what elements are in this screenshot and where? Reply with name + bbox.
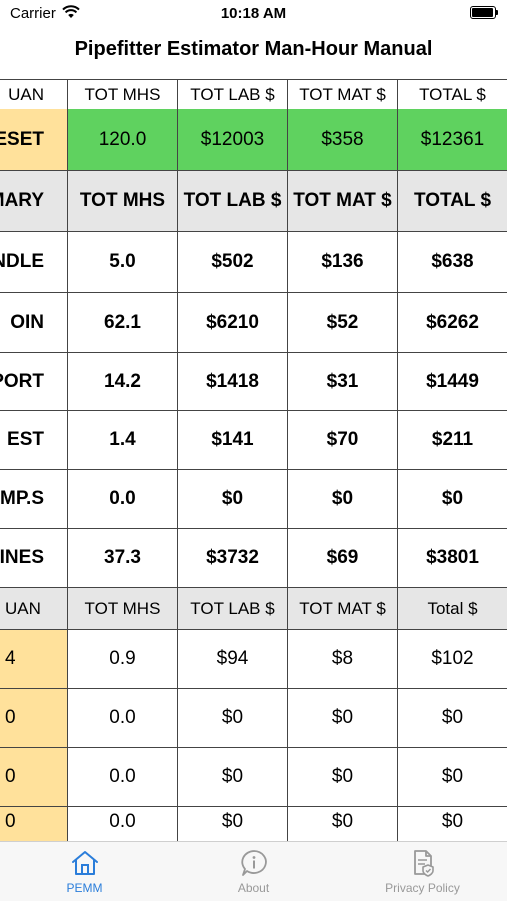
tot-lab-header: TOT LAB $ bbox=[178, 588, 288, 630]
row-tot-mat: $8 bbox=[288, 630, 398, 689]
table-row[interactable]: 0 0.0 $0 $0 $0 bbox=[0, 748, 507, 807]
table-row[interactable]: PPORT 14.2 $1418 $31 $1449 bbox=[0, 353, 507, 411]
tot-mhs-header: TOT MHS bbox=[68, 80, 178, 110]
summary-tot-mhs-header: TOT MHS bbox=[68, 171, 178, 232]
table-row[interactable]: NDLE 5.0 $502 $136 $638 bbox=[0, 232, 507, 293]
preset-label[interactable]: ESET bbox=[0, 109, 68, 171]
tot-mhs-header: TOT MHS bbox=[68, 588, 178, 630]
row-tot-mhs: 5.0 bbox=[68, 232, 178, 293]
preset-total: $12361 bbox=[398, 109, 507, 171]
tab-pemm-label: PEMM bbox=[66, 881, 103, 895]
row-tot-mat: $0 bbox=[288, 748, 398, 807]
row-total: $0 bbox=[398, 689, 507, 748]
row-tot-lab: $141 bbox=[178, 411, 288, 470]
row-tot-mhs: 37.3 bbox=[68, 529, 178, 588]
row-total: $1449 bbox=[398, 353, 507, 411]
tab-privacy-policy-label: Privacy Policy bbox=[385, 881, 460, 895]
row-total: $0 bbox=[398, 748, 507, 807]
table-row[interactable]: 0 0.0 $0 $0 $0 bbox=[0, 807, 507, 841]
row-tot-mat: $31 bbox=[288, 353, 398, 411]
tab-bar: PEMM About Privacy Policy bbox=[0, 841, 507, 901]
qty-cell[interactable]: 0 bbox=[0, 807, 68, 841]
row-label[interactable]: EST bbox=[0, 411, 68, 470]
row-tot-lab: $6210 bbox=[178, 293, 288, 353]
summary-tot-lab-header: TOT LAB $ bbox=[178, 171, 288, 232]
qty-cell[interactable]: 4 bbox=[0, 630, 68, 689]
tab-privacy-policy[interactable]: Privacy Policy bbox=[338, 848, 507, 895]
total-header: TOTAL $ bbox=[398, 80, 507, 110]
row-tot-mat: $0 bbox=[288, 689, 398, 748]
preset-row[interactable]: ESET 120.0 $12003 $358 $12361 bbox=[0, 109, 507, 171]
table-row[interactable]: 0 0.0 $0 $0 $0 bbox=[0, 689, 507, 748]
row-total: $211 bbox=[398, 411, 507, 470]
table-row[interactable]: EST 1.4 $141 $70 $211 bbox=[0, 411, 507, 470]
row-tot-mhs: 0.0 bbox=[68, 470, 178, 529]
row-total: $3801 bbox=[398, 529, 507, 588]
table-row[interactable]: OIN 62.1 $6210 $52 $6262 bbox=[0, 293, 507, 353]
tot-mat-header: TOT MAT $ bbox=[288, 80, 398, 110]
row-tot-mat: $0 bbox=[288, 470, 398, 529]
row-tot-mhs: 14.2 bbox=[68, 353, 178, 411]
battery-icon bbox=[470, 6, 498, 19]
row-tot-mhs: 0.0 bbox=[68, 689, 178, 748]
row-tot-mhs: 1.4 bbox=[68, 411, 178, 470]
row-tot-mat: $69 bbox=[288, 529, 398, 588]
row-label[interactable]: LINES bbox=[0, 529, 68, 588]
estimate-table[interactable]: UAN TOT MHS TOT LAB $ TOT MAT $ TOTAL $ … bbox=[0, 79, 507, 841]
row-tot-lab: $1418 bbox=[178, 353, 288, 411]
row-tot-mhs: 0.9 bbox=[68, 630, 178, 689]
row-total: $638 bbox=[398, 232, 507, 293]
tab-about-label: About bbox=[237, 881, 270, 895]
row-tot-mhs: 0.0 bbox=[68, 748, 178, 807]
summary-label: MMARY bbox=[0, 171, 68, 232]
page-title: Pipefitter Estimator Man-Hour Manual bbox=[74, 38, 433, 60]
row-label[interactable]: NDLE bbox=[0, 232, 68, 293]
row-tot-lab: $94 bbox=[178, 630, 288, 689]
tot-lab-header: TOT LAB $ bbox=[178, 80, 288, 110]
row-tot-mhs: 0.0 bbox=[68, 807, 178, 841]
row-tot-lab: $502 bbox=[178, 232, 288, 293]
total-header: Total $ bbox=[398, 588, 507, 630]
qty-cell[interactable]: 0 bbox=[0, 689, 68, 748]
status-bar: Carrier 10:18 AM bbox=[0, 0, 507, 30]
row-tot-lab: $0 bbox=[178, 470, 288, 529]
tot-mat-header: TOT MAT $ bbox=[288, 588, 398, 630]
qty-header: UAN bbox=[0, 80, 68, 110]
row-tot-mat: $136 bbox=[288, 232, 398, 293]
home-icon bbox=[71, 851, 98, 875]
summary-total-header: TOTAL $ bbox=[398, 171, 507, 232]
preset-tot-mat: $358 bbox=[288, 109, 398, 171]
preset-tot-mhs: 120.0 bbox=[68, 109, 178, 171]
row-total: $0 bbox=[398, 807, 507, 841]
row-total: $0 bbox=[398, 470, 507, 529]
row-tot-mat: $70 bbox=[288, 411, 398, 470]
table-row[interactable]: OMP.S 0.0 $0 $0 $0 bbox=[0, 470, 507, 529]
row-label[interactable]: OMP.S bbox=[0, 470, 68, 529]
tab-about[interactable]: About bbox=[169, 848, 338, 895]
line-items-header-row: UAN TOT MHS TOT LAB $ TOT MAT $ Total $ bbox=[0, 588, 507, 630]
table-row[interactable]: LINES 37.3 $3732 $69 $3801 bbox=[0, 529, 507, 588]
table-row[interactable]: 4 0.9 $94 $8 $102 bbox=[0, 630, 507, 689]
qty-header: UAN bbox=[0, 588, 68, 630]
row-tot-lab: $3732 bbox=[178, 529, 288, 588]
row-total: $102 bbox=[398, 630, 507, 689]
row-tot-mat: $52 bbox=[288, 293, 398, 353]
summary-header-row: MMARY TOT MHS TOT LAB $ TOT MAT $ TOTAL … bbox=[0, 171, 507, 232]
row-total: $6262 bbox=[398, 293, 507, 353]
info-icon bbox=[240, 850, 267, 876]
qty-cell[interactable]: 0 bbox=[0, 748, 68, 807]
tab-pemm[interactable]: PEMM bbox=[0, 848, 169, 895]
row-label[interactable]: OIN bbox=[0, 293, 68, 353]
row-tot-mat: $0 bbox=[288, 807, 398, 841]
row-tot-lab: $0 bbox=[178, 807, 288, 841]
privacy-document-icon bbox=[413, 850, 434, 877]
table-header-row: UAN TOT MHS TOT LAB $ TOT MAT $ TOTAL $ bbox=[0, 79, 507, 110]
summary-tot-mat-header: TOT MAT $ bbox=[288, 171, 398, 232]
row-tot-lab: $0 bbox=[178, 689, 288, 748]
status-time: 10:18 AM bbox=[220, 5, 287, 22]
preset-tot-lab: $12003 bbox=[178, 109, 288, 171]
row-label[interactable]: PPORT bbox=[0, 353, 68, 411]
row-tot-mhs: 62.1 bbox=[68, 293, 178, 353]
row-tot-lab: $0 bbox=[178, 748, 288, 807]
